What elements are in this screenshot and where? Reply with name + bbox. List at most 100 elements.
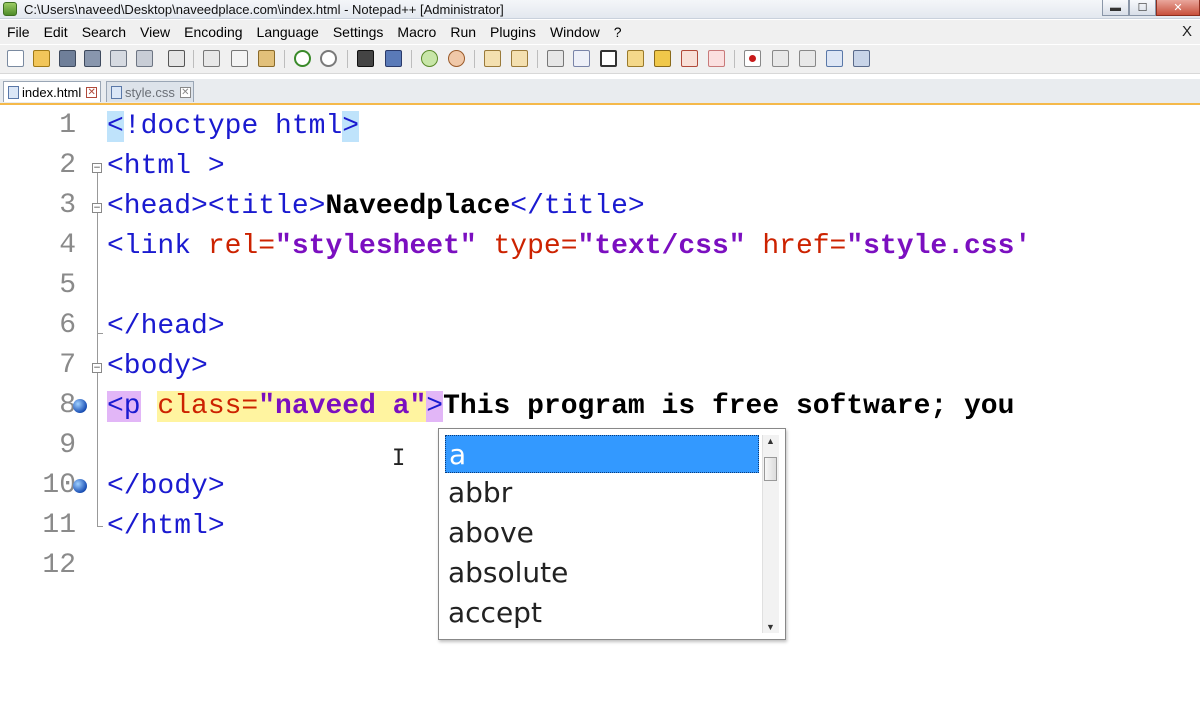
undo-icon[interactable] [294, 50, 311, 67]
zoom-in-icon[interactable] [421, 50, 438, 67]
autocomplete-item[interactable]: a [445, 435, 759, 473]
p-tag-close: > [426, 391, 444, 422]
doc-map-icon[interactable] [654, 50, 671, 67]
close-window-button[interactable]: ✕ [1156, 0, 1200, 16]
line-number: 5 [59, 270, 76, 301]
menu-help[interactable]: ? [614, 24, 622, 40]
line-number: 10 [42, 470, 76, 501]
indent-guide-icon[interactable] [600, 50, 617, 67]
menu-file[interactable]: File [7, 24, 30, 40]
autocomplete-item[interactable]: abbr [445, 474, 759, 512]
paste-icon[interactable] [258, 50, 275, 67]
head-open-tag: <head> [107, 191, 208, 222]
close-tab-icon[interactable]: ✕ [179, 86, 191, 98]
find-icon[interactable] [357, 50, 374, 67]
tab-style-css[interactable]: style.css ✕ [106, 81, 194, 102]
menu-macro[interactable]: Macro [397, 24, 436, 40]
autocomplete-item[interactable]: above [445, 514, 759, 552]
fold-toggle-icon[interactable]: − [92, 163, 102, 173]
play-multiple-icon[interactable] [826, 50, 843, 67]
code-line-4: <link rel="stylesheet" type="text/css" h… [107, 231, 1031, 263]
close-all-icon[interactable] [136, 50, 153, 67]
menu-bar: File Edit Search View Encoding Language … [0, 20, 1200, 44]
bookmark-icon[interactable] [73, 479, 87, 493]
menu-window[interactable]: Window [550, 24, 600, 40]
close-tab-icon[interactable]: ✕ [86, 86, 98, 98]
scroll-up-icon[interactable]: ▲ [766, 436, 775, 446]
menu-encoding[interactable]: Encoding [184, 24, 242, 40]
toolbar-separator [411, 50, 412, 68]
fold-line [97, 333, 98, 363]
fold-line [97, 526, 103, 527]
menu-search[interactable]: Search [82, 24, 126, 40]
save-macro-icon[interactable] [853, 50, 870, 67]
code-line-7: <body> [107, 351, 208, 383]
scroll-thumb[interactable] [764, 457, 777, 481]
autocomplete-scrollbar[interactable]: ▲ ▼ [762, 435, 779, 633]
save-all-icon[interactable] [84, 50, 101, 67]
code-line-6: </head> [107, 311, 225, 343]
stop-record-icon[interactable] [772, 50, 789, 67]
fold-line [97, 213, 98, 333]
close-file-icon[interactable] [110, 50, 127, 67]
class-attribute: class= [157, 391, 259, 422]
menu-run[interactable]: Run [450, 24, 476, 40]
toolbar-separator [734, 50, 735, 68]
open-file-icon[interactable] [33, 50, 50, 67]
autocomplete-popup[interactable]: a abbr above absolute accept ▲ ▼ [438, 428, 786, 640]
p-space [141, 391, 158, 422]
play-macro-icon[interactable] [799, 50, 816, 67]
code-line-8: <p class="naveed a">This program is free… [107, 391, 1014, 423]
bookmark-icon[interactable] [73, 399, 87, 413]
file-icon [111, 85, 122, 99]
html-close-tag: </html> [107, 511, 225, 542]
code-line-3: <head><title>Naveedplace</title> [107, 191, 645, 223]
redo-icon[interactable] [320, 50, 337, 67]
user-lang-icon[interactable] [627, 50, 644, 67]
print-icon[interactable] [168, 50, 185, 67]
toolbar-separator [347, 50, 348, 68]
sync-horizontal-icon[interactable] [511, 50, 528, 67]
toolbar-separator [537, 50, 538, 68]
cut-icon[interactable] [203, 50, 220, 67]
replace-icon[interactable] [385, 50, 402, 67]
function-list-icon[interactable] [681, 50, 698, 67]
menu-edit[interactable]: Edit [44, 24, 68, 40]
toolbar-separator [193, 50, 194, 68]
minimize-button[interactable]: ▬ [1102, 0, 1129, 16]
folder-as-workspace-icon[interactable] [708, 50, 725, 67]
scroll-down-icon[interactable]: ▼ [766, 622, 775, 632]
zoom-out-icon[interactable] [448, 50, 465, 67]
notepadpp-app-icon [3, 2, 17, 16]
menu-settings[interactable]: Settings [333, 24, 384, 40]
record-macro-icon[interactable] [744, 50, 761, 67]
menu-language[interactable]: Language [257, 24, 319, 40]
fold-toggle-icon[interactable]: − [92, 363, 102, 373]
menu-plugins[interactable]: Plugins [490, 24, 536, 40]
doctype-open-bracket: < [107, 111, 124, 142]
autocomplete-item[interactable]: accept [445, 594, 759, 632]
maximize-button[interactable]: ☐ [1129, 0, 1156, 16]
toolbar-separator [284, 50, 285, 68]
fold-toggle-icon[interactable]: − [92, 203, 102, 213]
sync-vertical-icon[interactable] [484, 50, 501, 67]
menu-view[interactable]: View [140, 24, 170, 40]
word-wrap-icon[interactable] [547, 50, 564, 67]
autocomplete-item[interactable]: absolute [445, 554, 759, 592]
code-line-11: </html> [107, 511, 225, 543]
tab-label: style.css [125, 84, 175, 100]
tab-bar: index.html ✕ style.css ✕ [0, 79, 1200, 105]
copy-icon[interactable] [231, 50, 248, 67]
href-attribute: href= [745, 231, 847, 262]
paragraph-text: This program is free software; you [443, 391, 1015, 422]
rel-attribute: rel= [207, 231, 276, 262]
show-all-chars-icon[interactable] [573, 50, 590, 67]
type-attribute: type= [476, 231, 578, 262]
class-value: "naveed a" [258, 391, 427, 422]
close-document-icon[interactable]: X [1182, 23, 1192, 40]
save-icon[interactable] [59, 50, 76, 67]
doctype-text: doctype html [140, 111, 343, 142]
new-file-icon[interactable] [7, 50, 24, 67]
tab-index-html[interactable]: index.html ✕ [3, 81, 101, 102]
body-close-tag: </body> [107, 471, 225, 502]
